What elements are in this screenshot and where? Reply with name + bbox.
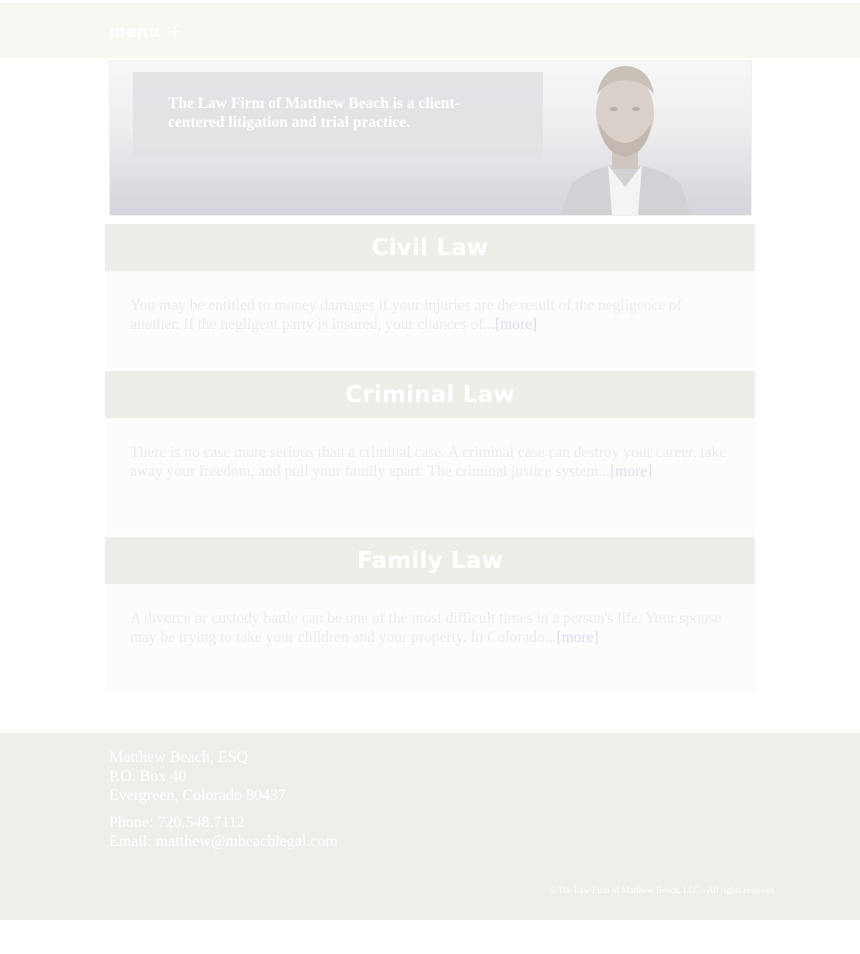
section-header-civil-law: Civil Law bbox=[105, 224, 755, 271]
section-excerpt: You may be entitled to money damages if … bbox=[130, 296, 730, 334]
hero-text-box: The Law Firm of Matthew Beach is a clien… bbox=[133, 72, 543, 157]
footer-name: Matthew Beach, ESQ bbox=[109, 749, 249, 766]
footer-address-line-1: P.O. Box 40 bbox=[109, 768, 187, 785]
footer: Matthew Beach, ESQ P.O. Box 40 Evergreen… bbox=[0, 733, 860, 920]
section-title: Civil Law bbox=[371, 234, 489, 261]
section-body-criminal-law: There is no case more serious than a cri… bbox=[105, 418, 755, 535]
footer-contact-block: Matthew Beach, ESQ P.O. Box 40 Evergreen… bbox=[109, 748, 338, 851]
excerpt-text: You may be entitled to money damages if … bbox=[130, 297, 682, 333]
phone-link[interactable]: 720.548.7112 bbox=[157, 814, 244, 831]
plus-icon: + bbox=[168, 22, 182, 41]
footer-phone-row: Phone: 720.548.7112 bbox=[109, 813, 338, 832]
more-link-family-law[interactable]: [more] bbox=[556, 629, 598, 646]
phone-label: Phone: bbox=[109, 814, 154, 831]
menu-label: menu bbox=[109, 22, 161, 41]
footer-email-row: Email: matthew@mbeachlegal.com bbox=[109, 832, 338, 851]
footer-address-line-2: Evergreen, Colorado 80437 bbox=[109, 787, 286, 804]
section-title: Family Law bbox=[356, 547, 504, 574]
section-header-family-law: Family Law bbox=[105, 537, 755, 584]
section-body-family-law: A divorce or custody battle can be one o… bbox=[105, 584, 755, 692]
top-nav-bar: menu + bbox=[0, 3, 860, 58]
section-title: Criminal Law bbox=[345, 381, 515, 408]
hero-banner: The Law Firm of Matthew Beach is a clien… bbox=[109, 60, 752, 216]
section-body-civil-law: You may be entitled to money damages if … bbox=[105, 271, 755, 368]
menu-button[interactable]: menu + bbox=[109, 22, 182, 41]
attorney-portrait bbox=[560, 66, 692, 215]
hero-tagline: The Law Firm of Matthew Beach is a clien… bbox=[168, 95, 460, 131]
section-excerpt: There is no case more serious than a cri… bbox=[130, 443, 730, 481]
more-link-civil-law[interactable]: [more] bbox=[495, 316, 537, 333]
section-header-criminal-law: Criminal Law bbox=[105, 371, 755, 418]
excerpt-text: A divorce or custody battle can be one o… bbox=[130, 610, 722, 646]
email-link[interactable]: matthew@mbeachlegal.com bbox=[156, 833, 338, 850]
copyright-notice: © The Law Firm of Matthew Beach, LLC - A… bbox=[548, 885, 774, 895]
section-excerpt: A divorce or custody battle can be one o… bbox=[130, 609, 730, 647]
more-link-criminal-law[interactable]: [more] bbox=[610, 463, 652, 480]
email-label: Email: bbox=[109, 833, 152, 850]
